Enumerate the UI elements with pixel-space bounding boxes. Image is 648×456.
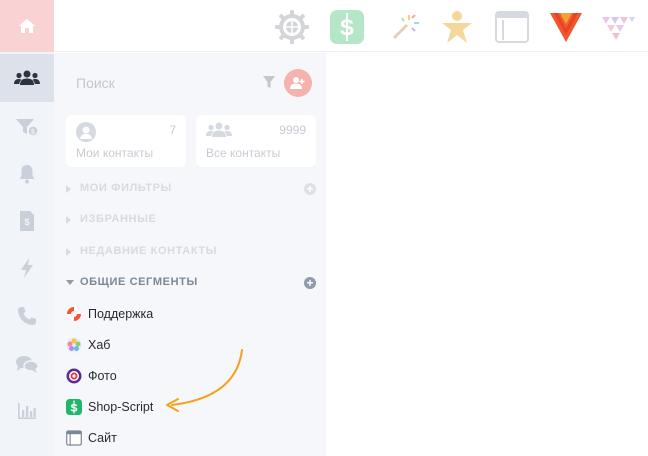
all-contacts-label: Все контакты [206,146,281,160]
reports-button[interactable] [0,394,54,428]
site-icon [66,429,82,446]
messages-button[interactable] [0,347,54,381]
section-my-filters[interactable]: МОИ ФИЛЬТРЫ + [54,174,326,204]
all-contacts-card[interactable]: 9999 Все контакты [196,115,316,167]
section-label: НЕДАВНИЕ КОНТАКТЫ [80,245,218,257]
search-bar [66,67,314,99]
segment-label: Shop-Script [88,399,154,414]
shop-script-icon: S [66,398,82,415]
contacts-sidebar: 7 Мои контакты 9999 Все контакты МОИ ФИЛ… [54,53,326,456]
main-content [326,53,648,456]
left-rail: $ $ [0,0,54,456]
my-contacts-label: Мои контакты [76,146,154,160]
app-window: $ $ Поиск 7 Мои контакты 9999 Все контак… [0,0,648,456]
add-user-icon [290,77,305,89]
segment-label: Сайт [88,430,117,445]
caret-down-icon [66,280,74,285]
my-contacts-count: 7 [169,123,176,137]
settings-app[interactable] [274,9,310,45]
chart-icon [18,403,36,419]
home-button[interactable] [0,0,54,52]
magic-wand-app-icon [392,14,419,40]
team-app[interactable] [439,9,475,45]
shop-script-app[interactable]: S [329,9,365,45]
users-icon [14,70,40,85]
section-label: ОБЩИЕ СЕГМЕНТЫ [80,276,198,288]
invoices-button[interactable]: $ [0,204,54,238]
star-person-app-icon [442,11,472,43]
triangle-logo-app-icon [602,17,635,40]
filter-icon[interactable] [263,76,275,89]
notifications-button[interactable] [0,157,54,191]
hub-icon [66,337,82,352]
app-bar: S [54,0,648,52]
home-icon [19,19,35,33]
lifebuoy-icon [67,306,81,321]
add-segment-button[interactable]: + [304,277,316,289]
segment-item-hub[interactable]: Хаб [54,329,326,360]
add-filter-button[interactable]: + [304,183,316,195]
v-app[interactable] [548,9,584,45]
svg-text:$: $ [24,217,29,227]
users-icon [206,122,232,137]
section-shared-segments[interactable]: ОБЩИЕ СЕГМЕНТЫ + [54,268,326,298]
search-input[interactable] [66,67,262,99]
segment-label: Поддержка [88,306,154,321]
magic-app[interactable] [385,9,421,45]
section-label: ИЗБРАННЫЕ [80,213,157,225]
v-logo-app-icon [550,13,582,42]
site-app-icon [495,11,529,43]
automation-button[interactable] [0,251,54,285]
section-favorites[interactable]: ИЗБРАННЫЕ [54,205,326,235]
triangle-app[interactable] [600,9,636,45]
all-contacts-count: 9999 [279,123,306,137]
caret-right-icon [66,248,71,256]
section-label: МОИ ФИЛЬТРЫ [80,182,172,194]
funnel-button[interactable]: $ [0,110,54,144]
caret-right-icon [66,216,71,224]
svg-text:$: $ [31,129,35,136]
segment-item-support[interactable]: Поддержка [54,298,326,329]
chat-icon [16,356,39,373]
segment-item-shop-script[interactable]: S Shop-Script [54,391,326,422]
calls-button[interactable] [0,299,54,333]
phone-icon [18,307,36,325]
bell-icon [19,165,35,184]
contacts-button[interactable] [0,54,54,102]
section-recent[interactable]: НЕДАВНИЕ КОНТАКТЫ [54,237,326,267]
funnel-dollar-icon: $ [16,119,39,137]
user-avatar-icon [76,122,96,142]
segment-label: Хаб [88,337,111,352]
gear-app-icon [275,10,309,44]
segment-list: Поддержка Хаб Фото Shop-Script Сайт [54,298,326,453]
site-app[interactable] [494,9,530,45]
segment-item-photo[interactable]: Фото [54,360,326,391]
caret-right-icon [66,185,71,193]
shop-script-app-icon: S [330,10,364,44]
invoice-icon: $ [20,211,34,231]
photo-icon [66,368,82,383]
segment-item-site[interactable]: Сайт [54,422,326,453]
add-contact-button[interactable] [284,69,312,97]
my-contacts-card[interactable]: 7 Мои контакты [66,115,186,167]
lightning-icon [21,258,33,278]
segment-label: Фото [88,368,117,383]
